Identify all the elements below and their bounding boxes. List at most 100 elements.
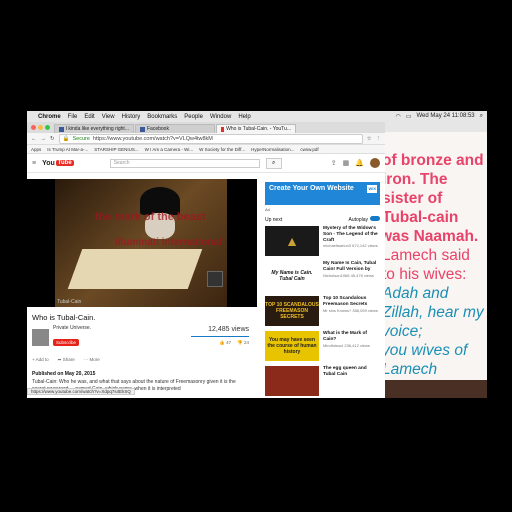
rec-title: The egg queen and Tubal Cain <box>323 366 367 377</box>
ad-brand: WIX <box>367 185 377 193</box>
verse-line: Zillah, hear my <box>385 304 484 321</box>
back-icon[interactable]: ← <box>31 136 37 142</box>
reload-icon[interactable]: ↻ <box>50 136 55 142</box>
clock[interactable]: Wed May 24 11:08:53 <box>416 113 474 120</box>
video-player[interactable]: the mark of the beast illuminati interna… <box>27 179 257 307</box>
share-label: Share <box>62 357 75 362</box>
maximize-icon[interactable] <box>45 125 50 130</box>
autoplay-toggle[interactable]: Autoplay <box>349 216 380 223</box>
view-count: 12,485 views <box>208 326 249 333</box>
channel-watermark[interactable] <box>207 271 223 287</box>
dislike-button[interactable]: 👎 24 <box>237 340 249 346</box>
channel-avatar[interactable] <box>32 328 49 346</box>
more-label: More <box>89 357 100 362</box>
tab-1[interactable]: I kinda like everything right... <box>54 124 134 133</box>
autoplay-label: Autoplay <box>348 217 368 223</box>
forward-icon[interactable]: → <box>41 136 47 142</box>
menu-view[interactable]: View <box>102 114 115 120</box>
like-button[interactable]: 👍 47 <box>219 340 231 346</box>
battery-icon[interactable]: ▭ <box>406 113 412 120</box>
add-to-label: Add to <box>35 357 49 362</box>
facebook-icon <box>140 126 145 132</box>
menu-help[interactable]: Help <box>238 114 250 120</box>
video-info: Who is Tubal-Cain. Private Universe. Sub… <box>27 310 257 392</box>
tab-bar: I kinda like everything right... Faceboo… <box>27 122 385 133</box>
window-controls <box>27 125 54 133</box>
rec-thumbnail: You may have seen the course of human hi… <box>265 331 319 361</box>
share-button[interactable]: ➦ Share <box>58 357 75 363</box>
address-bar: ← → ↻ 🔒 Secure https://www.youtube.com/w… <box>27 133 385 145</box>
likes-row: 👍 47 👎 24 <box>219 340 249 346</box>
list-item[interactable]: ▲ Mystery of the Widow's Son - The Legen… <box>265 226 380 258</box>
bookmark-item[interactable]: cwsw.pdf <box>300 147 318 152</box>
avatar[interactable] <box>370 158 380 168</box>
video-corner-text: Tubal-Cain <box>57 299 82 305</box>
tab-2[interactable]: Facebook <box>135 124 215 133</box>
ad-label: Ad <box>265 207 270 212</box>
menu-people[interactable]: People <box>184 114 203 120</box>
action-row: + Add to ➦ Share ··· More <box>27 357 257 363</box>
bookmarks-bar: Apps Is Trump At Mar-a-... STARSHIP GENI… <box>27 145 385 154</box>
more-button[interactable]: ··· More <box>84 357 100 363</box>
rec-thumbnail: My Name is Cain. Tubal Cain <box>265 261 319 291</box>
upload-icon[interactable]: ⇪ <box>331 159 337 167</box>
search-button[interactable]: ⌕ <box>265 157 282 169</box>
search-icon[interactable]: ⌕ <box>480 113 483 120</box>
ad-title: Create Your Own Website <box>269 185 354 192</box>
ad-banner[interactable]: Create Your Own Website WIX <box>265 182 380 205</box>
hamburger-icon[interactable]: ≡ <box>32 160 36 167</box>
rec-thumbnail <box>265 366 319 396</box>
bookmark-item[interactable]: HyperNormalisation... <box>251 147 294 152</box>
menu-history[interactable]: History <box>122 114 141 120</box>
menu-edit[interactable]: Edit <box>84 114 94 120</box>
tab-3[interactable]: Who is Tubal-Cain. - YouTu... <box>216 124 296 133</box>
menu-app[interactable]: Chrome <box>38 114 61 120</box>
like-count: 47 <box>226 340 232 345</box>
verse-line: Tubal-cain <box>385 209 459 226</box>
apps-icon[interactable]: ▦ <box>343 159 350 167</box>
tab-label: Facebook <box>147 126 169 132</box>
menu-window[interactable]: Window <box>210 114 231 120</box>
bookmark-item[interactable]: Is Trump At Mar-a-... <box>47 147 88 152</box>
search-input[interactable]: Search <box>109 158 260 168</box>
tab-label: I kinda like everything right... <box>65 126 129 132</box>
bookmark-item[interactable]: STARSHIP GENIUS... <box>94 147 138 152</box>
minimize-icon[interactable] <box>38 125 43 130</box>
subscribe-button[interactable]: Subscribe <box>53 339 80 346</box>
verse-line: Adah and <box>385 285 449 302</box>
list-item[interactable]: TOP 10 SCANDALOUS FREEMASON SECRETS Top … <box>265 296 380 328</box>
bookmark-apps[interactable]: Apps <box>31 147 41 152</box>
book-image <box>67 249 203 289</box>
like-ratio-bar <box>191 336 249 337</box>
list-item[interactable]: My Name is Cain. Tubal Cain My Name Is C… <box>265 261 380 293</box>
bookmark-item[interactable]: W I Am a Camera - Wi... <box>145 147 194 152</box>
menu-bookmarks[interactable]: Bookmarks <box>147 114 177 120</box>
url-text: https://www.youtube.com/watch?v=VLQw4tw8… <box>92 135 213 142</box>
published-date: Published on May 20, 2015 <box>32 371 96 377</box>
add-to-button[interactable]: + Add to <box>32 357 49 363</box>
star-icon[interactable]: ☆ <box>367 136 372 142</box>
menu-file[interactable]: File <box>68 114 78 120</box>
video-frame: the mark of the beast illuminati interna… <box>55 179 227 307</box>
verse-line: Lamech said <box>385 247 470 264</box>
youtube-logo[interactable]: You Tube <box>42 160 74 167</box>
url-field[interactable]: 🔒 Secure https://www.youtube.com/watch?v… <box>58 133 363 144</box>
list-item[interactable]: The egg queen and Tubal Cain <box>265 366 380 398</box>
verse-panel: of bronze and iron. The sister of Tubal-… <box>385 122 487 398</box>
search-icon: ⌕ <box>272 159 276 166</box>
youtube-icon <box>221 126 225 132</box>
close-icon[interactable] <box>31 125 36 130</box>
channel-name[interactable]: Private Universe. <box>53 325 91 331</box>
bookmark-item[interactable]: W Society for the Diff... <box>199 147 245 152</box>
bell-icon[interactable]: 🔔 <box>355 159 364 167</box>
verse-line: to his wives: <box>385 266 467 283</box>
menu-icon[interactable]: ⋮ <box>376 136 382 142</box>
overlay-text-2: illuminati international <box>115 237 222 248</box>
verse-line: of bronze and <box>385 152 484 169</box>
secure-label: Secure <box>72 135 90 142</box>
wifi-icon[interactable]: ◠ <box>396 113 401 120</box>
upnext-row: Up next Autoplay <box>265 216 380 223</box>
list-item[interactable]: You may have seen the course of human hi… <box>265 331 380 363</box>
rec-meta: Mindfulsoul 236,412 views <box>323 342 370 348</box>
facebook-icon <box>59 126 64 132</box>
